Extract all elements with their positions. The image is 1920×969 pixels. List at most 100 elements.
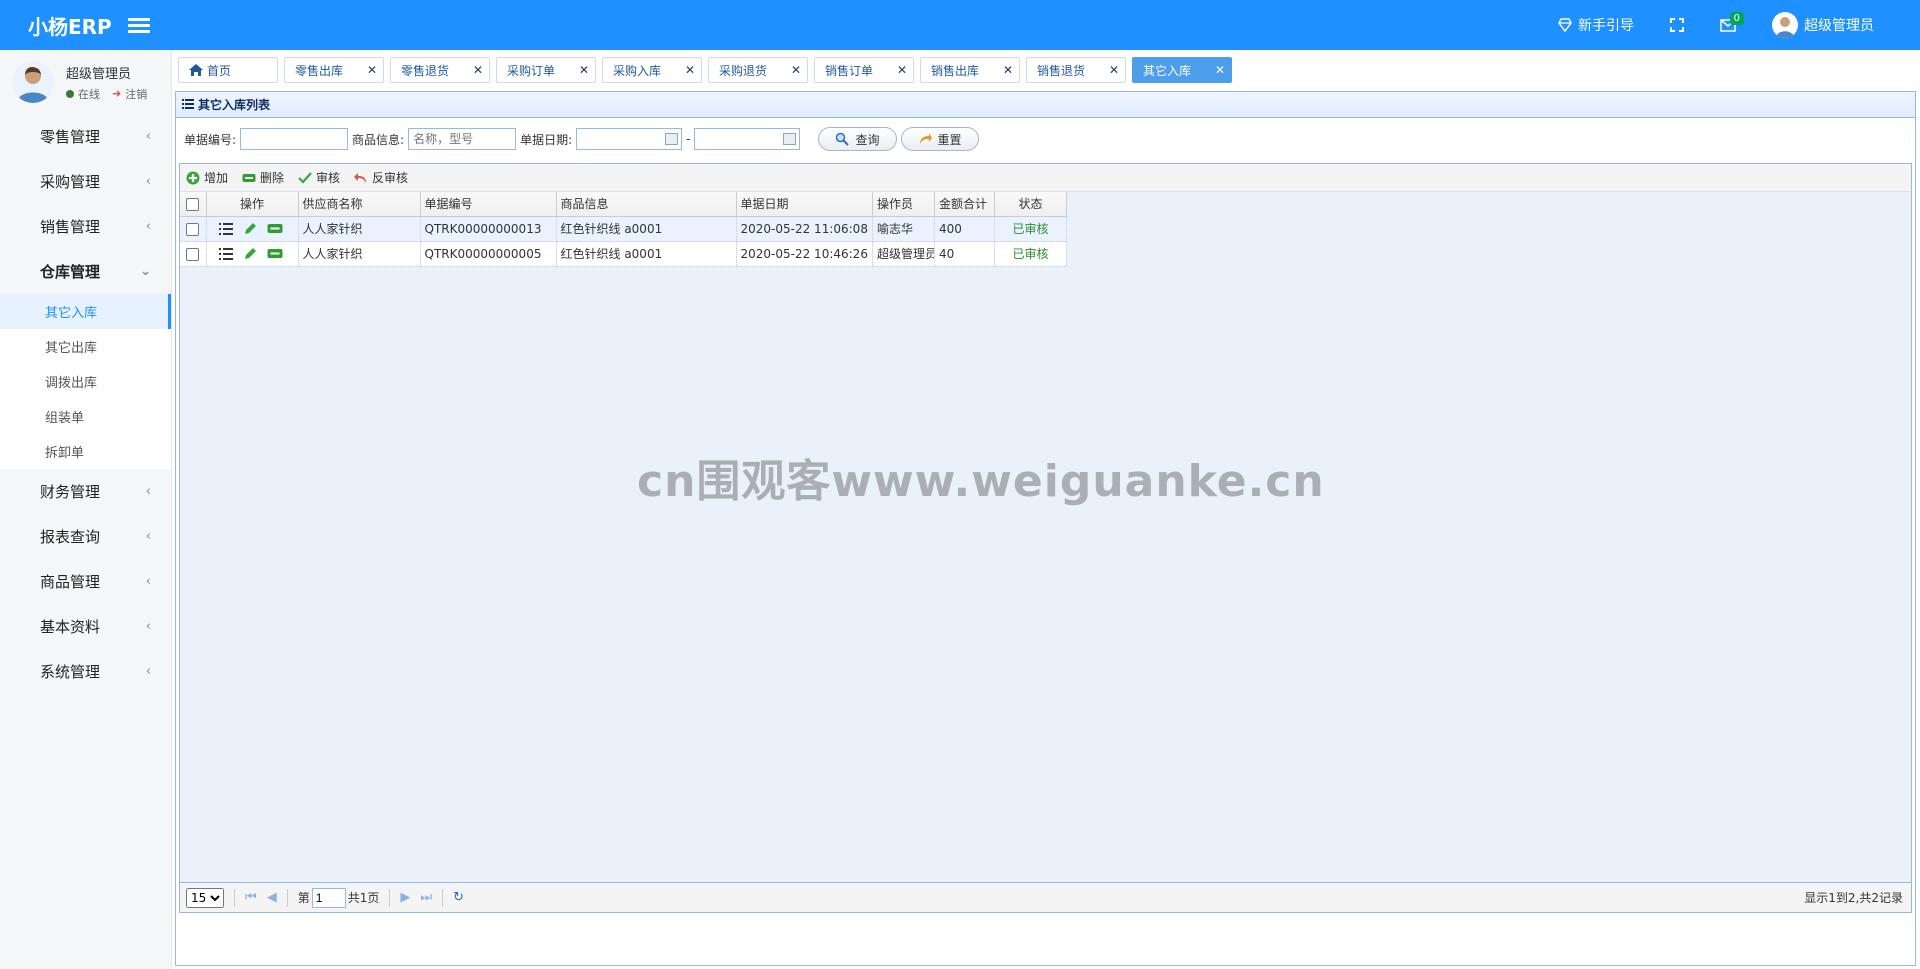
prev-page-icon[interactable]: ◀ <box>267 890 277 905</box>
close-icon[interactable]: ✕ <box>357 63 377 77</box>
sidebar-group-sales[interactable]: 销售管理 ‹ <box>0 204 171 249</box>
close-icon[interactable]: ✕ <box>1205 63 1225 77</box>
unaudit-label: 反审核 <box>372 171 409 185</box>
refresh-icon[interactable]: ↻ <box>453 890 464 905</box>
date-end-input[interactable] <box>694 128 801 150</box>
col-amount[interactable]: 金额合计 <box>934 192 995 217</box>
tab-label: 采购入库 <box>613 63 662 78</box>
add-button[interactable]: 增加 <box>186 169 228 186</box>
close-icon[interactable]: ✕ <box>675 63 695 77</box>
sidebar-group-basic[interactable]: 基本资料 ‹ <box>0 604 171 649</box>
tab-other-in[interactable]: 其它入库 ✕ <box>1132 57 1232 83</box>
delete-icon[interactable] <box>267 223 283 235</box>
first-page-icon[interactable]: ⏮ <box>245 890 257 905</box>
tab-retail-out[interactable]: 零售出库 ✕ <box>284 57 384 83</box>
diamond-icon <box>1558 18 1572 32</box>
col-operator[interactable]: 操作员 <box>872 192 935 217</box>
goods-input[interactable] <box>408 128 517 150</box>
row-checkbox[interactable] <box>186 247 200 261</box>
query-button[interactable]: 查询 <box>818 127 897 151</box>
query-label: 查询 <box>855 132 880 147</box>
tab-retail-return[interactable]: 零售退货 ✕ <box>390 57 490 83</box>
col-goods[interactable]: 商品信息 <box>556 192 737 217</box>
app-logo[interactable]: 小杨ERP <box>0 11 120 40</box>
logout-icon[interactable]: ➜ <box>112 87 121 100</box>
sidebar-group-goods[interactable]: 商品管理 ‹ <box>0 559 171 604</box>
next-page-icon[interactable]: ▶ <box>400 890 410 905</box>
tab-home[interactable]: 首页 <box>178 57 278 83</box>
chevron-down-icon: ⌄ <box>140 264 151 279</box>
guide-button[interactable]: 新手引导 <box>1540 0 1652 50</box>
tab-sales-order[interactable]: 销售订单 ✕ <box>814 57 914 83</box>
sidebar-item-disassembly[interactable]: 拆卸单 <box>0 434 171 469</box>
close-icon[interactable]: ✕ <box>1099 63 1119 77</box>
reset-label: 重置 <box>937 132 962 147</box>
sidebar-group-purchase[interactable]: 采购管理 ‹ <box>0 159 171 204</box>
tab-purchase-order[interactable]: 采购订单 ✕ <box>496 57 596 83</box>
logout-link[interactable]: 注销 <box>125 86 147 102</box>
sidebar-item-transfer-out[interactable]: 调拨出库 <box>0 364 171 399</box>
list-icon[interactable] <box>218 222 233 235</box>
date-label: 单据日期: <box>520 132 573 147</box>
sidebar-group-retail[interactable]: 零售管理 ‹ <box>0 114 171 159</box>
col-date[interactable]: 单据日期 <box>736 192 873 217</box>
sidebar-item-assembly[interactable]: 组装单 <box>0 399 171 434</box>
unaudit-button[interactable]: 反审核 <box>354 169 408 186</box>
calendar-icon[interactable] <box>665 133 679 145</box>
col-status[interactable]: 状态 <box>994 192 1067 217</box>
menu-toggle-icon[interactable] <box>128 14 150 36</box>
messages-button[interactable]: 0 <box>1702 0 1754 50</box>
tab-sales-return[interactable]: 销售退货 ✕ <box>1026 57 1126 83</box>
tab-purchase-return[interactable]: 采购退货 ✕ <box>708 57 808 83</box>
edit-pencil-icon[interactable] <box>243 222 257 236</box>
close-icon[interactable]: ✕ <box>781 63 801 77</box>
close-icon[interactable]: ✕ <box>887 63 907 77</box>
close-icon[interactable]: ✕ <box>993 63 1013 77</box>
tab-sales-out[interactable]: 销售出库 ✕ <box>920 57 1020 83</box>
sidebar-group-label: 销售管理 <box>40 218 101 236</box>
row-ops-cell <box>206 216 299 242</box>
page-size-select[interactable]: 15 <box>186 887 224 908</box>
calendar-icon[interactable] <box>783 133 797 145</box>
cell-status: 已审核 <box>994 241 1067 267</box>
sidebar-group-system[interactable]: 系统管理 ‹ <box>0 649 171 694</box>
pager-info: 显示1到2,共2记录 <box>1804 891 1903 905</box>
table-row[interactable]: 人人家针织 QTRK00000000005 红色针织线 a0001 2020-0… <box>180 241 1067 267</box>
list-icon[interactable] <box>218 247 233 260</box>
sidebar-item-other-in[interactable]: 其它入库 <box>0 294 171 329</box>
row-select-cell <box>180 241 207 267</box>
sidebar-group-reports[interactable]: 报表查询 ‹ <box>0 514 171 559</box>
close-icon[interactable]: ✕ <box>463 63 483 77</box>
fullscreen-button[interactable] <box>1652 0 1702 50</box>
select-all-checkbox[interactable] <box>186 197 200 211</box>
chevron-left-icon: ‹ <box>145 129 151 144</box>
page-number-input[interactable] <box>311 887 346 908</box>
sidebar-item-other-out[interactable]: 其它出库 <box>0 329 171 364</box>
cell-date: 2020-05-22 10:46:26 <box>736 241 873 267</box>
number-input[interactable] <box>240 128 349 150</box>
edit-pencil-icon[interactable] <box>243 247 257 261</box>
fullscreen-icon <box>1670 18 1684 32</box>
audit-button[interactable]: 审核 <box>298 169 340 186</box>
tab-purchase-in[interactable]: 采购入库 ✕ <box>602 57 702 83</box>
date-start-input[interactable] <box>576 128 683 150</box>
add-icon <box>186 171 200 184</box>
reset-button[interactable]: 重置 <box>900 127 979 151</box>
cell-operator: 喻志华 <box>872 216 935 242</box>
sidebar-group-finance[interactable]: 财务管理 ‹ <box>0 469 171 514</box>
user-avatar <box>1772 12 1798 38</box>
delete-button[interactable]: 删除 <box>242 169 284 186</box>
row-checkbox[interactable] <box>186 222 200 236</box>
grid-toolbar: 增加 删除 审核 反审核 <box>180 164 1911 192</box>
user-menu[interactable]: 超级管理员 <box>1754 0 1892 50</box>
sidebar-group-warehouse[interactable]: 仓库管理 ⌄ <box>0 249 171 294</box>
last-page-icon[interactable]: ⏭ <box>420 890 432 905</box>
col-ops[interactable]: 操作 <box>206 192 299 217</box>
col-supplier[interactable]: 供应商名称 <box>298 192 421 217</box>
chevron-left-icon: ‹ <box>145 574 151 589</box>
cell-number: QTRK00000000013 <box>420 216 557 242</box>
table-row[interactable]: 人人家针织 QTRK00000000013 红色针织线 a0001 2020-0… <box>180 216 1067 242</box>
col-number[interactable]: 单据编号 <box>420 192 557 217</box>
delete-icon[interactable] <box>267 248 283 260</box>
close-icon[interactable]: ✕ <box>569 63 589 77</box>
